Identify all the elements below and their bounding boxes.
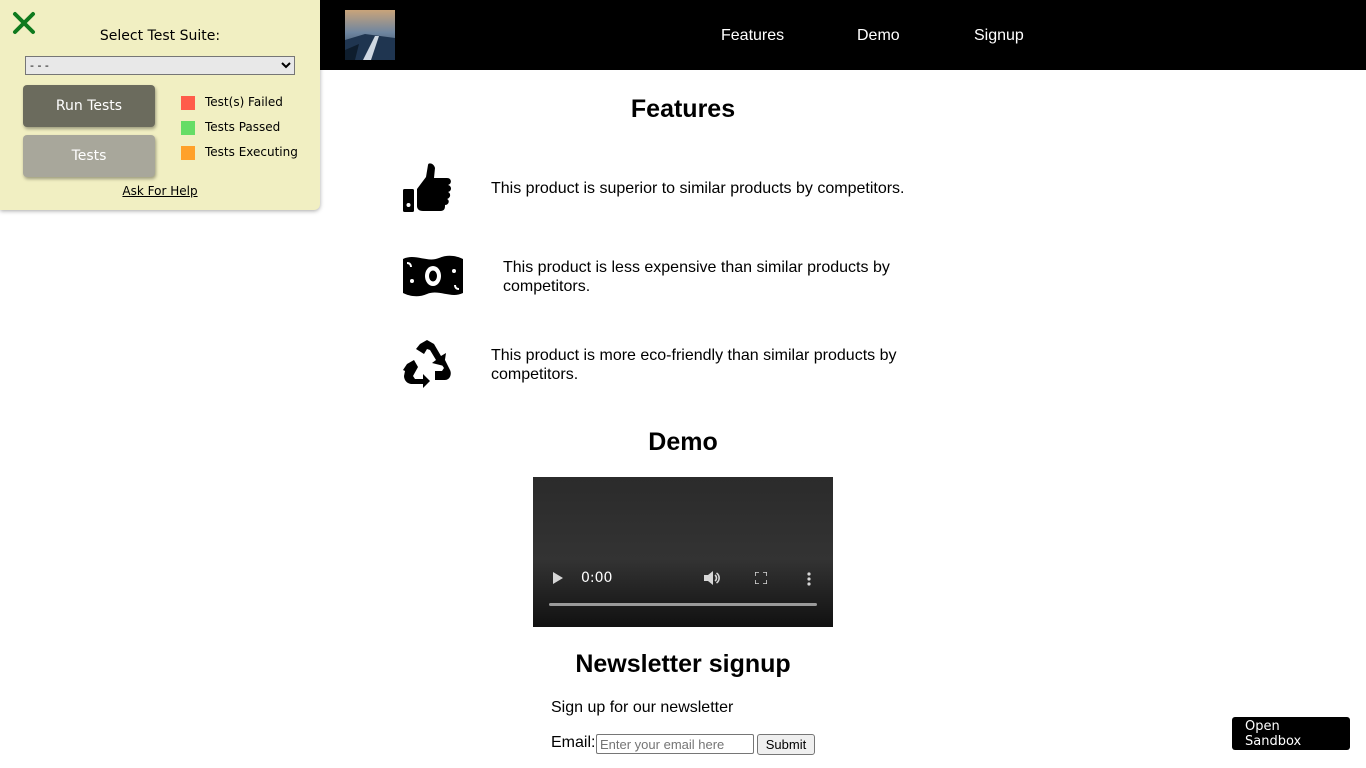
recycle-icon xyxy=(403,340,451,388)
video-time: 0:00 xyxy=(581,570,613,586)
passed-swatch xyxy=(181,121,195,135)
legend-label-executing: Tests Executing xyxy=(205,145,298,159)
legend-label-passed: Tests Passed xyxy=(205,120,281,134)
feature-text-expensive: This product is less expensive than simi… xyxy=(503,259,890,295)
suite-select[interactable]: - - - xyxy=(25,56,295,75)
open-sandbox-button[interactable]: Open Sandbox xyxy=(1232,717,1350,750)
submit-button[interactable]: Submit xyxy=(757,734,815,755)
demo-title: Demo xyxy=(648,428,718,456)
feature-text-eco: This product is more eco-friendly than s… xyxy=(491,347,897,383)
volume-icon[interactable] xyxy=(704,571,720,585)
thumbs-up-icon xyxy=(403,163,451,212)
email-field[interactable] xyxy=(596,734,754,754)
demo-video[interactable]: 0:00 xyxy=(533,477,833,627)
more-options-icon[interactable] xyxy=(807,572,811,586)
legend-label-failed: Test(s) Failed xyxy=(205,95,283,109)
newsletter-title: Newsletter signup xyxy=(575,650,791,678)
play-icon[interactable] xyxy=(553,572,563,584)
logo-picture xyxy=(345,10,395,60)
test-panel: Select Test Suite: - - - Run Tests Tests… xyxy=(0,0,320,210)
newsletter-description: Sign up for our newsletter xyxy=(551,699,734,716)
nav-link-features[interactable]: Features xyxy=(721,25,784,47)
failed-swatch xyxy=(181,96,195,110)
video-progress-bar[interactable] xyxy=(549,603,817,606)
suite-label: Select Test Suite: xyxy=(99,28,221,44)
money-bill-icon xyxy=(403,255,463,297)
tests-button[interactable]: Tests xyxy=(23,135,155,177)
nav-link-signup[interactable]: Signup xyxy=(974,25,1024,47)
logo-image xyxy=(345,10,395,60)
ask-for-help-link[interactable]: Ask For Help xyxy=(0,184,320,198)
executing-swatch xyxy=(181,146,195,160)
nav-link-demo[interactable]: Demo xyxy=(857,25,900,47)
email-label: Email: xyxy=(551,734,596,751)
fullscreen-icon[interactable] xyxy=(755,572,767,584)
run-tests-button[interactable]: Run Tests xyxy=(23,85,155,127)
feature-text-superior: This product is superior to similar prod… xyxy=(491,180,905,197)
